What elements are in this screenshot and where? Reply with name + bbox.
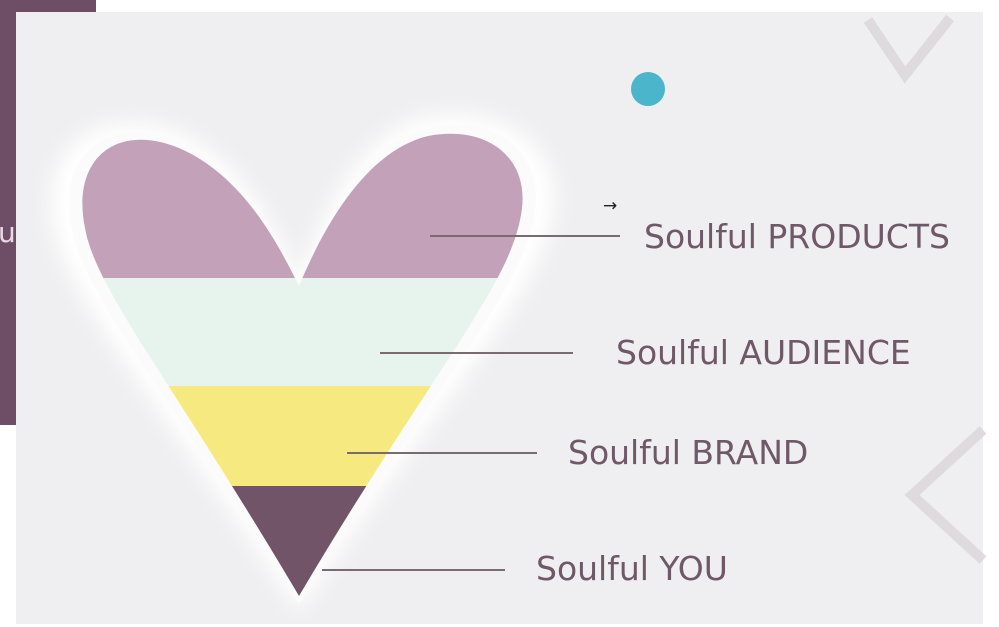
label-soulful-you: Soulful YOU [536, 549, 728, 588]
label-soulful-products: Soulful PRODUCTS [644, 217, 950, 256]
screenshot-stage: u → Soulful PRODUCTS Soulful AUDIENCE So… [0, 0, 999, 627]
heart-band-brand [82, 386, 523, 486]
heart-band-you [82, 486, 523, 596]
accent-dot [631, 72, 665, 106]
arrow-icon: → [603, 196, 617, 216]
label-soulful-audience: Soulful AUDIENCE [616, 333, 911, 372]
label-soulful-brand: Soulful BRAND [568, 433, 808, 472]
decorative-outline-top-right [863, 14, 954, 84]
decorative-outline-bottom-right [904, 426, 987, 564]
soulful-heart-diagram: → Soulful PRODUCTS Soulful AUDIENCE Soul… [50, 14, 987, 612]
